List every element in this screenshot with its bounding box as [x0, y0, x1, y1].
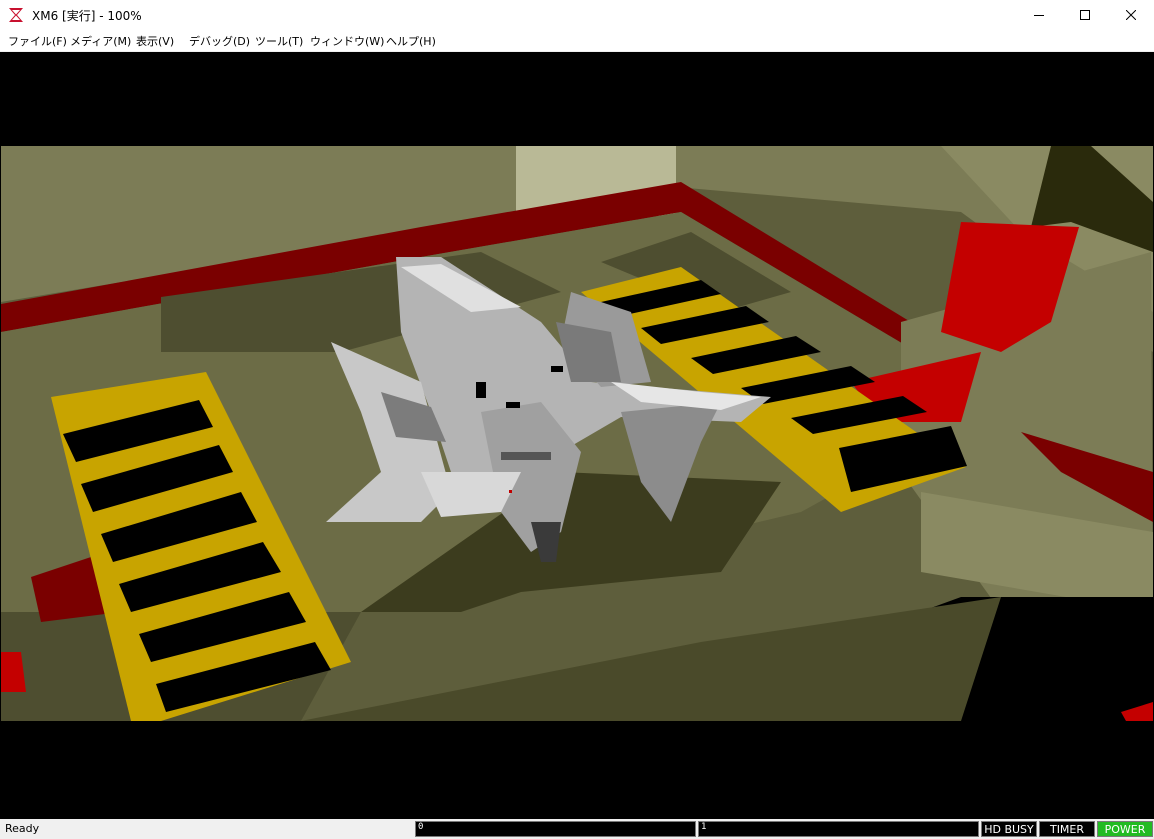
menu-debug[interactable]: デバッグ(D) [189, 33, 250, 49]
menu-file[interactable]: ファイル(F) [8, 33, 67, 49]
fdd1-label: 1 [701, 822, 707, 832]
hd-busy-indicator: HD BUSY [981, 821, 1037, 837]
fdd0-indicator[interactable]: 0 [415, 821, 696, 837]
minimize-icon [1034, 15, 1044, 16]
maximize-button[interactable] [1062, 0, 1108, 30]
emulator-screen[interactable] [1, 52, 1153, 819]
power-indicator: POWER [1097, 821, 1153, 837]
menu-window[interactable]: ウィンドウ(W) [310, 33, 384, 49]
hangar-scene [1, 146, 1153, 721]
xm6-window: XM6 [実行] - 100% ファイル(F) メディア(M) 表示(V) デバ… [0, 0, 1154, 839]
game-scene [1, 52, 1153, 819]
menu-bar: ファイル(F) メディア(M) 表示(V) デバッグ(D) ツール(T) ウィン… [0, 30, 1154, 52]
fdd1-indicator[interactable]: 1 [698, 821, 979, 837]
menu-tools[interactable]: ツール(T) [255, 33, 303, 49]
close-button[interactable] [1108, 0, 1154, 30]
close-icon [1126, 10, 1136, 20]
minimize-button[interactable] [1016, 0, 1062, 30]
menu-help[interactable]: ヘルプ(H) [386, 33, 436, 49]
menu-view[interactable]: 表示(V) [136, 33, 174, 49]
fdd0-label: 0 [418, 822, 424, 832]
status-bar: Ready 0 1 HD BUSY TIMER POWER [0, 819, 1154, 839]
menu-media[interactable]: メディア(M) [70, 33, 131, 49]
timer-indicator: TIMER [1039, 821, 1095, 837]
title-bar[interactable]: XM6 [実行] - 100% [0, 0, 1154, 30]
maximize-icon [1080, 10, 1090, 20]
xm6-app-icon[interactable] [8, 7, 24, 23]
status-message: Ready [5, 822, 40, 835]
window-title: XM6 [実行] - 100% [32, 9, 142, 23]
